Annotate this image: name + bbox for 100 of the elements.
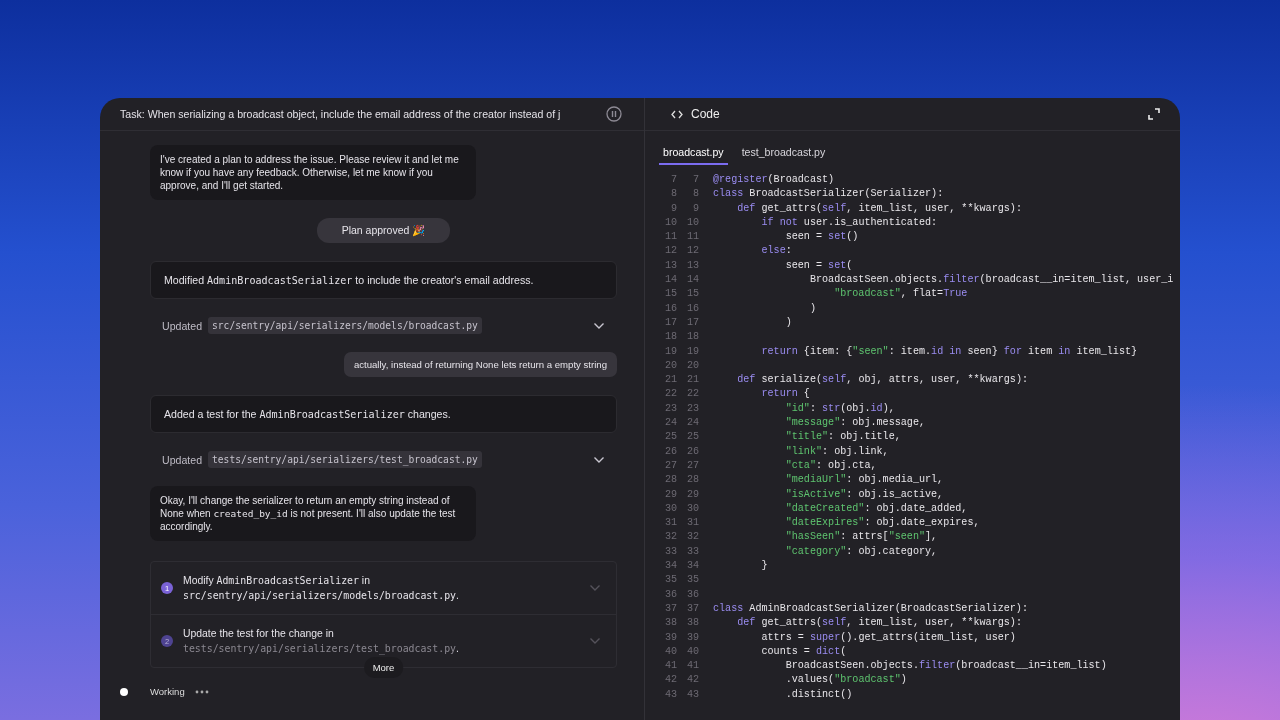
line-number: 36 [663, 587, 677, 602]
code-line: class BroadcastSerializer(Serializer): [713, 187, 944, 202]
line-number: 33 [685, 544, 699, 559]
line-number: 21 [685, 373, 699, 388]
code-line: "cta": obj.cta, [784, 458, 877, 473]
code-line: ) [808, 301, 816, 316]
code-line: } [760, 559, 768, 573]
line-number: 15 [685, 287, 699, 302]
line-number: 21 [663, 373, 677, 388]
line-number: 14 [685, 273, 699, 288]
line-number: 40 [685, 644, 699, 659]
line-number: 31 [663, 516, 677, 531]
line-number: 27 [685, 458, 699, 473]
line-number: 20 [685, 358, 699, 373]
code-line: BroadcastSeen.objects.filter(broadcast__in=item_list, user_i [808, 273, 1174, 288]
code-line: return {item: {"seen": item.id in seen} for item in item_list} [760, 344, 1138, 359]
line-number: 23 [663, 401, 677, 416]
line-number: 17 [663, 315, 677, 330]
line-number: 34 [685, 559, 699, 573]
line-number: 24 [663, 416, 677, 431]
code-line: .values("broadcast") [784, 673, 907, 688]
line-number: 39 [685, 630, 699, 645]
line-number: 24 [685, 416, 699, 431]
file-tab[interactable]: test_broadcast.py [737, 144, 830, 165]
line-number: 8 [691, 187, 699, 202]
line-number: 25 [663, 430, 677, 445]
line-number: 38 [685, 616, 699, 631]
code-line: "dateExpires": obj.date_expires, [784, 516, 980, 531]
file-path[interactable]: tests/sentry/api/serializers/test_broadcast.py [208, 451, 482, 468]
code-line: class AdminBroadcastSerializer(BroadcastSerializer): [713, 601, 1028, 616]
line-number: 9 [691, 201, 699, 216]
line-number: 20 [663, 358, 677, 373]
agent-message: Okay, I'll change the serializer to return an empty string instead of None when created_by_id is not present. I'll also update the test accordingly. [150, 486, 476, 541]
line-number: 31 [685, 516, 699, 531]
line-number: 19 [685, 344, 699, 359]
code-line: counts = dict( [760, 644, 847, 659]
code-line: def get_attrs(self, item_list, user, **kwargs): [736, 616, 1022, 631]
line-number: 42 [685, 673, 699, 688]
line-number: 25 [685, 430, 699, 445]
line-number: 27 [663, 458, 677, 473]
summary-text: Modified AdminBroadcastSerializer to include the creator's email address. [164, 274, 534, 286]
line-number: 30 [685, 501, 699, 516]
line-number: 15 [663, 287, 677, 302]
line-number: 35 [685, 573, 699, 588]
file-tab[interactable]: broadcast.py [659, 144, 728, 165]
expand-icon[interactable] [1148, 108, 1160, 120]
status-dot-icon [120, 687, 128, 696]
line-number: 43 [685, 687, 699, 702]
line-number: 8 [669, 187, 677, 202]
line-number: 42 [663, 673, 677, 688]
code-line: else: [760, 244, 792, 259]
line-number: 10 [685, 215, 699, 230]
code-line: .distinct() [784, 687, 853, 702]
line-number: 10 [663, 215, 677, 230]
line-number: 16 [663, 301, 677, 316]
line-number: 30 [663, 501, 677, 516]
line-number: 43 [663, 687, 677, 702]
line-number: 12 [663, 244, 677, 259]
line-number: 34 [663, 559, 677, 573]
line-number: 28 [685, 473, 699, 488]
code-line: seen = set( [784, 258, 853, 273]
line-number: 12 [685, 244, 699, 259]
line-number: 37 [663, 601, 677, 616]
code-line: if not user.is_authenticated: [760, 215, 938, 230]
step-text: Update the test for the change in tests/sentry/api/serializers/test_broadcast.py. [183, 627, 460, 656]
file-path[interactable]: src/sentry/api/serializers/models/broadcast.py [208, 317, 482, 334]
code-line: "broadcast", flat=True [833, 287, 968, 302]
code-line: seen = set() [784, 230, 859, 245]
line-number: 19 [663, 344, 677, 359]
pause-icon[interactable] [606, 106, 622, 122]
code-line: def serialize(self, obj, attrs, user, **kwargs): [736, 373, 1028, 388]
code-line: ) [784, 315, 792, 330]
line-number: 7 [691, 173, 699, 187]
code-line: BroadcastSeen.objects.filter(broadcast__in=item_list) [784, 659, 1107, 674]
line-number: 13 [663, 258, 677, 273]
line-number: 40 [663, 644, 677, 659]
working-label: Working [150, 686, 185, 697]
line-number: 33 [663, 544, 677, 559]
line-number: 36 [685, 587, 699, 602]
line-number: 16 [685, 301, 699, 316]
line-number: 32 [663, 530, 677, 545]
step-text: Modify AdminBroadcastSerializer in src/sentry/api/serializers/models/broadcast.py. [183, 574, 460, 603]
task-title: Task: When serializing a broadcast object, include the email address of the creator instead of j [120, 108, 562, 120]
updated-label: Updated [162, 319, 203, 332]
line-number: 11 [663, 230, 677, 245]
agent-message: I've created a plan to address the issue. Please review it and let me know if you have any feedback. Otherwise, let me know if you approve, and I'll get started. [150, 145, 476, 200]
line-number: 22 [685, 387, 699, 402]
code-line: return { [760, 387, 810, 402]
line-number: 39 [663, 630, 677, 645]
code-line: "dateCreated": obj.date_added, [784, 501, 968, 516]
updated-label: Updated [162, 453, 203, 466]
code-line: "id": str(obj.id), [784, 401, 895, 416]
line-number: 41 [663, 659, 677, 674]
code-line: attrs = super().get_attrs(item_list, user) [760, 630, 1016, 645]
more-button[interactable]: More [363, 657, 404, 678]
code-line: "link": obj.link, [784, 444, 889, 459]
panel-title: Code [691, 107, 720, 121]
code-line: "isActive": obj.is_active, [784, 487, 944, 502]
line-number: 7 [669, 173, 677, 187]
more-dots-icon[interactable] [194, 689, 209, 694]
